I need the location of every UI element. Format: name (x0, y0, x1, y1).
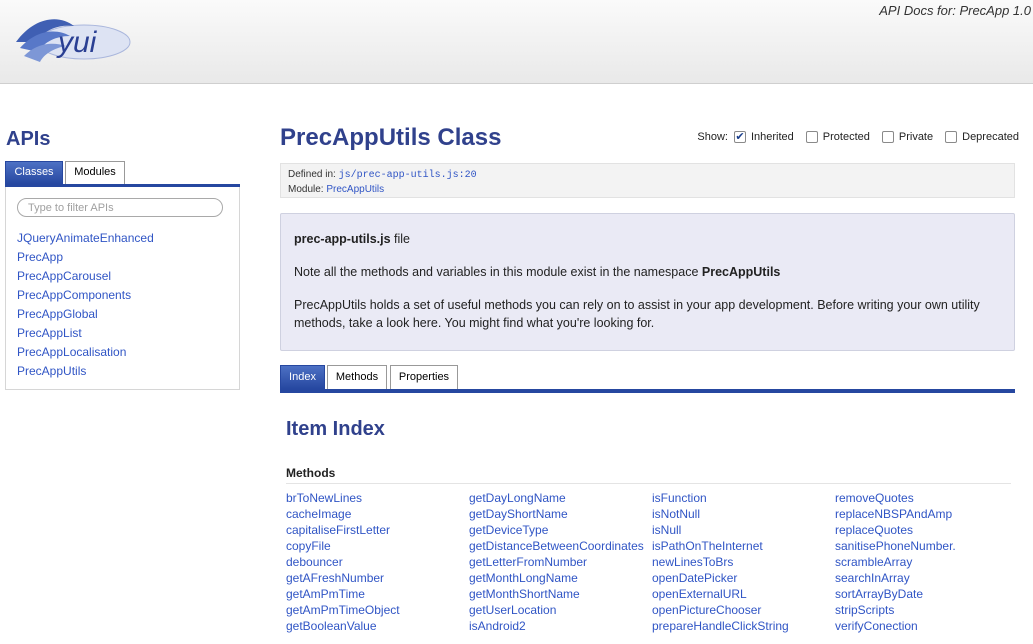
method-link[interactable]: getLetterFromNumber (469, 554, 652, 570)
yui-logo[interactable]: yui (14, 12, 132, 75)
main-tabs: Index Methods Properties (280, 365, 1015, 393)
class-link-precapplist[interactable]: PrecAppList (17, 324, 154, 343)
class-link-jqueryanimateenhanced[interactable]: JQueryAnimateEnhanced (17, 229, 154, 248)
tab-methods[interactable]: Methods (327, 365, 387, 389)
module-label: Module: (288, 184, 324, 195)
deprecated-checkbox[interactable] (945, 131, 958, 143)
methods-index-list: brToNewLines cacheImage capitaliseFirstLet… (286, 490, 1018, 634)
item-index-title: Item Index (286, 418, 385, 440)
sidebar-tabs: Classes Modules (5, 161, 240, 187)
method-link[interactable]: getDeviceType (469, 522, 652, 538)
methods-divider (286, 483, 1011, 484)
method-link[interactable]: removeQuotes (835, 490, 1018, 506)
method-link[interactable]: isPathOnTheInternet (652, 538, 835, 554)
defined-in-label: Defined in: (288, 169, 336, 180)
show-inherited-option[interactable]: ✔ Inherited (733, 131, 794, 143)
method-link[interactable]: stripScripts (835, 602, 1018, 618)
defined-in-box: Defined in: js/prec-app-utils.js:20 Modu… (280, 163, 1015, 198)
method-link[interactable]: brToNewLines (286, 490, 469, 506)
method-link[interactable]: getDayShortName (469, 506, 652, 522)
inherited-checkbox[interactable]: ✔ (733, 131, 746, 143)
method-link[interactable]: getBooleanValue (286, 618, 469, 634)
show-options: Show: ✔ Inherited Protected Private Depr… (697, 131, 1019, 143)
methods-heading: Methods (286, 466, 336, 480)
inherited-label: Inherited (750, 131, 794, 143)
description-file-suffix: file (390, 232, 410, 246)
defined-in-link[interactable]: js/prec-app-utils.js:20 (339, 170, 477, 181)
method-link[interactable]: copyFile (286, 538, 469, 554)
description-note: Note all the methods and variables in th… (294, 263, 1001, 281)
method-link[interactable]: getAmPmTimeObject (286, 602, 469, 618)
class-link-precapp[interactable]: PrecApp (17, 248, 154, 267)
method-link[interactable]: cacheImage (286, 506, 469, 522)
class-link-precappglobal[interactable]: PrecAppGlobal (17, 305, 154, 324)
method-link[interactable]: prepareHandleClickString (652, 618, 835, 634)
method-link[interactable]: capitaliseFirstLetter (286, 522, 469, 538)
method-link[interactable]: isAndroid2 (469, 618, 652, 634)
method-link[interactable]: searchInArray (835, 570, 1018, 586)
sidebar-panel: JQueryAnimateEnhanced PrecApp PrecAppCar… (5, 187, 240, 390)
tab-classes[interactable]: Classes (5, 161, 63, 184)
module-link[interactable]: PrecAppUtils (326, 184, 384, 195)
method-link[interactable]: scrambleArray (835, 554, 1018, 570)
method-link[interactable]: sortArrayByDate (835, 586, 1018, 602)
tab-modules[interactable]: Modules (65, 161, 125, 184)
protected-checkbox[interactable] (805, 131, 818, 143)
method-link[interactable]: openDatePicker (652, 570, 835, 586)
method-link[interactable]: isFunction (652, 490, 835, 506)
method-link[interactable]: getMonthShortName (469, 586, 652, 602)
method-link[interactable]: replaceQuotes (835, 522, 1018, 538)
method-link[interactable]: isNotNull (652, 506, 835, 522)
method-link[interactable]: debouncer (286, 554, 469, 570)
class-link-precapplocalisation[interactable]: PrecAppLocalisation (17, 343, 154, 362)
method-link[interactable]: isNull (652, 522, 835, 538)
description-file-line: prec-app-utils.js file (294, 230, 1001, 248)
method-link[interactable]: getDayLongName (469, 490, 652, 506)
apis-title: APIs (6, 128, 51, 150)
protected-label: Protected (822, 131, 870, 143)
method-link[interactable]: getAFreshNumber (286, 570, 469, 586)
class-link-precappcomponents[interactable]: PrecAppComponents (17, 286, 154, 305)
tab-properties[interactable]: Properties (390, 365, 458, 389)
deprecated-label: Deprecated (962, 131, 1019, 143)
method-link[interactable]: newLinesToBrs (652, 554, 835, 570)
method-link[interactable]: sanitisePhoneNumber. (835, 538, 1018, 554)
description-namespace: PrecAppUtils (701, 265, 781, 279)
method-link[interactable]: getMonthLongName (469, 570, 652, 586)
show-deprecated-option[interactable]: Deprecated (945, 131, 1019, 143)
method-link[interactable]: openPictureChooser (652, 602, 835, 618)
header-title: API Docs for: PrecApp 1.0 (879, 3, 1031, 18)
show-private-option[interactable]: Private (881, 131, 934, 143)
class-list: JQueryAnimateEnhanced PrecApp PrecAppCar… (17, 229, 154, 381)
description-body: PrecAppUtils holds a set of useful metho… (294, 298, 980, 330)
method-link[interactable]: verifyConection (835, 618, 1018, 634)
class-link-precappcarousel[interactable]: PrecAppCarousel (17, 267, 154, 286)
class-description: prec-app-utils.js file Note all the meth… (280, 213, 1015, 351)
header-bar: yui API Docs for: PrecApp 1.0 (0, 0, 1033, 84)
show-label: Show: (697, 131, 728, 143)
method-link[interactable]: openExternalURL (652, 586, 835, 602)
method-link[interactable]: getDistanceBetweenCoordinates (469, 538, 652, 554)
logo-text: yui (56, 26, 98, 59)
class-title: PrecAppUtils Class (280, 124, 502, 151)
method-link[interactable]: getUserLocation (469, 602, 652, 618)
filter-apis-input[interactable] (17, 198, 223, 217)
private-label: Private (898, 131, 934, 143)
class-link-precapputils[interactable]: PrecAppUtils (17, 362, 154, 381)
private-checkbox[interactable] (881, 131, 894, 143)
tab-index[interactable]: Index (280, 365, 325, 389)
description-note-prefix: Note all the methods and variables in th… (294, 265, 702, 279)
show-protected-option[interactable]: Protected (805, 131, 870, 143)
description-file-name: prec-app-utils.js (294, 232, 391, 246)
method-link[interactable]: getAmPmTime (286, 586, 469, 602)
method-link[interactable]: replaceNBSPAndAmp (835, 506, 1018, 522)
